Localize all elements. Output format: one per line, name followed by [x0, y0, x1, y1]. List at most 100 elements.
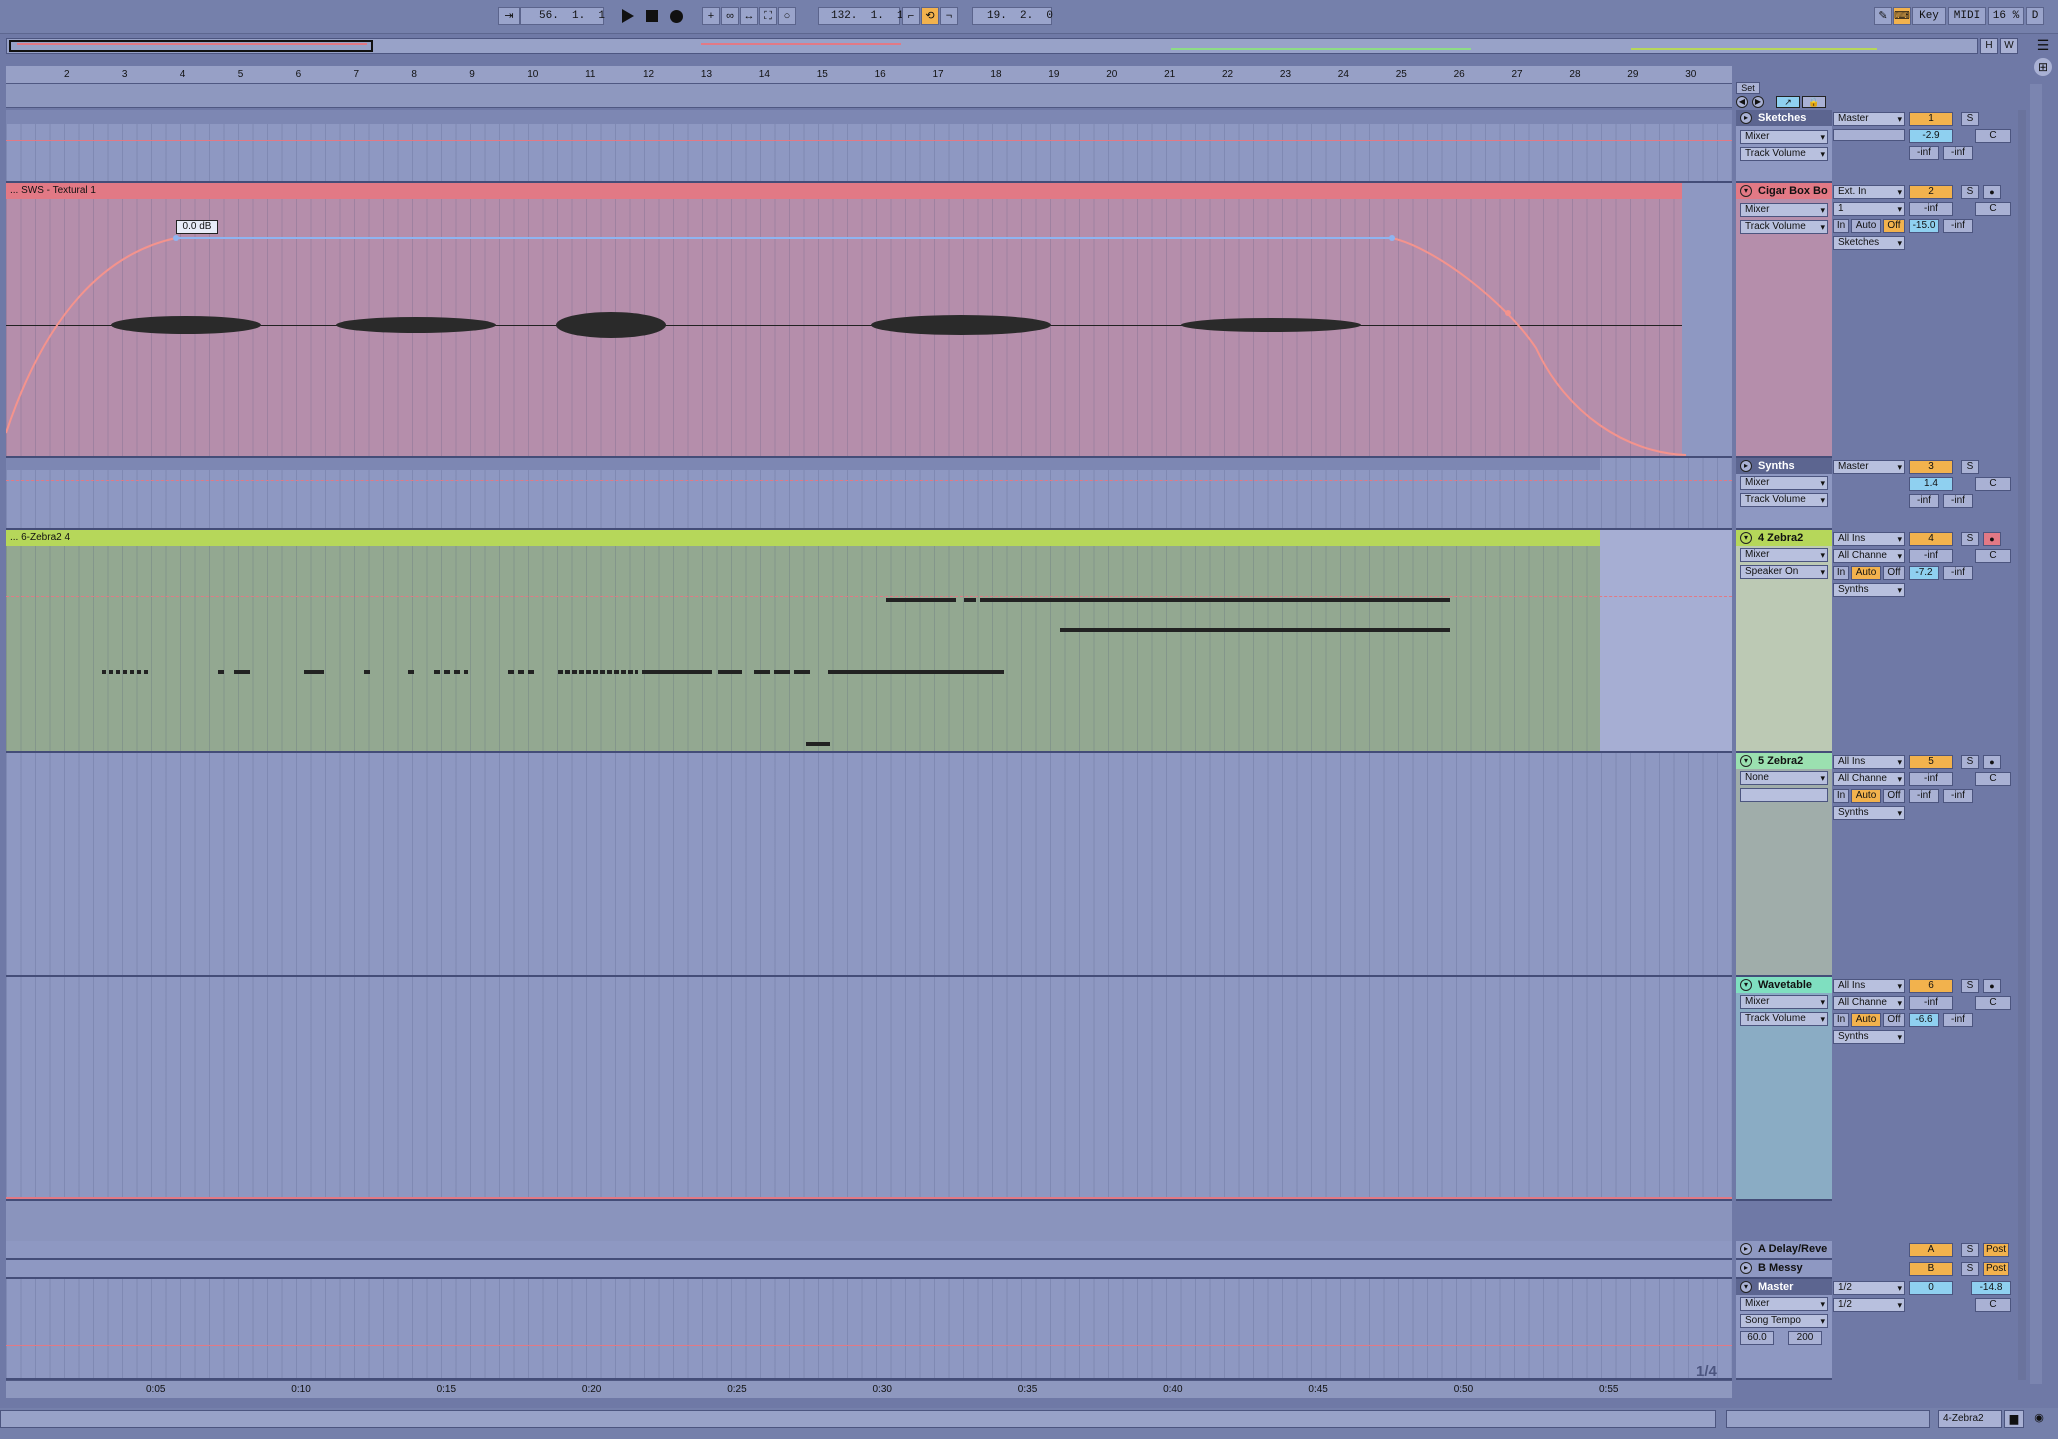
input-chooser[interactable]: Ext. In	[1833, 185, 1905, 199]
solo-button[interactable]: S	[1961, 979, 1979, 993]
send-b-field[interactable]: -inf	[1943, 566, 1973, 580]
solo-button[interactable]: S	[1961, 1262, 1979, 1276]
punch-out-icon[interactable]: ¬	[940, 7, 958, 25]
track-header-return-b[interactable]: B Messy ▸	[1736, 1260, 1832, 1279]
play-icon[interactable]	[622, 9, 634, 23]
pan-field[interactable]: C	[1975, 1298, 2011, 1312]
device-chooser[interactable]: Mixer	[1740, 1297, 1828, 1311]
fold-icon[interactable]: ▾	[1740, 979, 1752, 991]
device-chooser[interactable]: Mixer	[1740, 130, 1828, 144]
next-locator-icon[interactable]: ▶	[1752, 96, 1764, 108]
send-b-field[interactable]: -inf	[1943, 789, 1973, 803]
parameter-chooser[interactable]: Song Tempo	[1740, 1314, 1828, 1328]
input-chooser[interactable]: All Ins	[1833, 755, 1905, 769]
selected-track-label[interactable]: 4-Zebra2	[1938, 1410, 2002, 1428]
output-chooser[interactable]: Synths	[1833, 583, 1905, 597]
pan-field[interactable]: C	[1975, 996, 2011, 1010]
fold-icon[interactable]: ▸	[1740, 460, 1752, 472]
overdub-icon[interactable]: +	[702, 7, 720, 25]
tempo-max[interactable]: 200	[1788, 1331, 1822, 1345]
monitor-auto-button[interactable]: Auto	[1851, 789, 1881, 803]
send-a-field[interactable]: -7.2	[1909, 566, 1939, 580]
send-b-field[interactable]: -inf	[1943, 494, 1973, 508]
input-chooser[interactable]: All Ins	[1833, 979, 1905, 993]
loop-switch-icon[interactable]: ⟲	[921, 7, 939, 25]
track-lane-return-a[interactable]	[6, 1241, 1732, 1260]
parameter-chooser[interactable]: Speaker On	[1740, 565, 1828, 579]
arm-icon[interactable]: ●	[1983, 185, 2001, 199]
clip-header[interactable]: ... 6-Zebra2 4	[6, 530, 1600, 546]
fold-icon[interactable]: ▾	[1740, 1281, 1752, 1293]
set-locator-button[interactable]: Set	[1736, 82, 1760, 94]
send-b-field[interactable]: -inf	[1943, 146, 1973, 160]
track-activator[interactable]: 6	[1909, 979, 1953, 993]
send-a-field[interactable]: -inf	[1909, 789, 1939, 803]
input-channel[interactable]: All Channe	[1833, 549, 1905, 563]
solo-button[interactable]: S	[1961, 185, 1979, 199]
monitor-in-button[interactable]: In	[1833, 1013, 1849, 1027]
track-activator[interactable]: A	[1909, 1243, 1953, 1257]
track-lane-cigar-box[interactable]: ... SWS - Textural 1 0.0 dB	[6, 183, 1732, 458]
send-a-field[interactable]: -inf	[1909, 494, 1939, 508]
parameter-chooser[interactable]: Track Volume	[1740, 220, 1828, 234]
detail-view-icon[interactable]: ▆	[2004, 1410, 2024, 1428]
track-activator[interactable]: 3	[1909, 460, 1953, 474]
parameter-chooser[interactable]: Track Volume	[1740, 147, 1828, 161]
fold-icon[interactable]: ▾	[1740, 755, 1752, 767]
track-header-cigar-box[interactable]: Cigar Box Bo ▾ Mixer Track Volume	[1736, 183, 1832, 458]
tempo-min[interactable]: 60.0	[1740, 1331, 1774, 1345]
volume-field[interactable]: -2.9	[1909, 129, 1953, 143]
track-activator[interactable]: 4	[1909, 532, 1953, 546]
h-button[interactable]: H	[1980, 38, 1998, 54]
track-activator[interactable]: B	[1909, 1262, 1953, 1276]
automation-arm-icon[interactable]: ∞	[721, 7, 739, 25]
input-channel[interactable]: All Channe	[1833, 996, 1905, 1010]
vertical-scrollbar[interactable]	[2030, 84, 2042, 1384]
track-lane-return-b[interactable]	[6, 1260, 1732, 1279]
master-volume[interactable]: -14.8	[1971, 1281, 2011, 1295]
overview-viewport[interactable]	[9, 40, 373, 52]
track-activator[interactable]: 2	[1909, 185, 1953, 199]
send-a-field[interactable]: -inf	[1909, 146, 1939, 160]
track-activator[interactable]: 1	[1909, 112, 1953, 126]
arm-icon[interactable]: ●	[1983, 532, 2001, 546]
cue-volume[interactable]: 0	[1909, 1281, 1953, 1295]
pan-field[interactable]: C	[1975, 549, 2011, 563]
device-chooser[interactable]: Mixer	[1740, 548, 1828, 562]
track-lane-5-zebra2[interactable]	[6, 753, 1732, 977]
monitor-auto-button[interactable]: Auto	[1851, 1013, 1881, 1027]
solo-button[interactable]: S	[1961, 460, 1979, 474]
device-chooser[interactable]: None	[1740, 771, 1828, 785]
master-output-2[interactable]: 1/2	[1833, 1298, 1905, 1312]
input-chooser[interactable]: All Ins	[1833, 532, 1905, 546]
drop-area[interactable]	[6, 1201, 1732, 1241]
re-enable-icon[interactable]: ↔	[740, 7, 758, 25]
track-header-5-zebra2[interactable]: 5 Zebra2 ▾ None	[1736, 753, 1832, 977]
tempo-automation-line[interactable]	[6, 1345, 1732, 1346]
track-header-wavetable[interactable]: Wavetable ▾ Mixer Track Volume	[1736, 977, 1832, 1201]
key-map-button[interactable]: Key	[1912, 7, 1946, 25]
output-chooser[interactable]: Sketches	[1833, 236, 1905, 250]
track-lane-4-zebra2[interactable]: ... 6-Zebra2 4	[6, 530, 1732, 753]
automation-line[interactable]	[6, 140, 1732, 141]
volume-field[interactable]: -inf	[1909, 549, 1953, 563]
time-ruler[interactable]: 0:05 0:10 0:15 0:20 0:25 0:30 0:35 0:40 0:45 0:50…	[6, 1380, 1732, 1398]
automation-line[interactable]	[6, 596, 1732, 597]
pan-field[interactable]: C	[1975, 202, 2011, 216]
input-channel[interactable]: 1	[1833, 202, 1905, 216]
track-header-synths[interactable]: Synths ▸ Mixer Track Volume	[1736, 458, 1832, 530]
arm-icon[interactable]: ●	[1983, 755, 2001, 769]
monitor-auto-button[interactable]: Auto	[1851, 566, 1881, 580]
track-lane-master[interactable]: 1/4	[6, 1279, 1732, 1380]
track-activator[interactable]: 5	[1909, 755, 1953, 769]
beat-time-ruler[interactable]: 2 3 4 5 6 7 8 9 10 11 12 13 14 15 16 17 18 19 20 21 22 23 24 25…	[6, 66, 1732, 84]
monitor-in-button[interactable]: In	[1833, 219, 1849, 233]
input-channel[interactable]: All Channe	[1833, 772, 1905, 786]
midi-map-button[interactable]: MIDI	[1948, 7, 1986, 25]
pan-field[interactable]: C	[1975, 772, 2011, 786]
output-chooser[interactable]: Synths	[1833, 806, 1905, 820]
solo-button[interactable]: S	[1961, 112, 1979, 126]
monitor-auto-button[interactable]: Auto	[1851, 219, 1881, 233]
lock-icon[interactable]: 🔒	[1802, 96, 1826, 108]
track-lane-sketches[interactable]	[6, 110, 1732, 183]
